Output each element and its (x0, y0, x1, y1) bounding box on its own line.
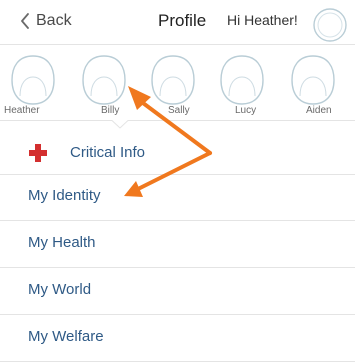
critical-info-label: Critical Info (70, 144, 146, 161)
person-outline-icon (82, 55, 126, 105)
user-avatar[interactable] (312, 7, 348, 48)
member-name: Lucy (235, 105, 257, 116)
menu-item-my-world[interactable]: My World (0, 268, 355, 313)
member-billy[interactable]: Billy (73, 53, 141, 116)
user-avatar-icon (313, 8, 347, 42)
red-cross-icon (29, 144, 47, 162)
user-greeting: Hi Heather! (227, 12, 298, 28)
menu-item-my-identity[interactable]: My Identity (0, 175, 355, 219)
person-outline-icon (151, 55, 195, 105)
page-title: Profile (158, 11, 207, 30)
member-name: Heather (4, 105, 40, 116)
navigation-bar: Back Profile Hi Heather! (0, 0, 355, 44)
person-outline-icon (220, 55, 264, 105)
member-name: Billy (101, 105, 120, 116)
menu-item-my-health[interactable]: My Health (0, 221, 355, 266)
menu-item-label: My World (28, 281, 92, 298)
member-sally[interactable]: Sally (142, 53, 210, 116)
member-lucy[interactable]: Lucy (211, 53, 279, 116)
member-aiden[interactable]: Aiden (282, 53, 350, 116)
back-button[interactable]: Back (20, 10, 72, 32)
person-outline-icon (11, 55, 55, 105)
person-outline-icon (291, 55, 335, 105)
menu-item-label: My Welfare (28, 328, 104, 345)
member-heather[interactable]: Heather (2, 53, 70, 116)
critical-info-row[interactable]: Critical Info (0, 133, 355, 173)
menu-item-label: My Health (28, 234, 96, 251)
member-name: Aiden (306, 105, 332, 116)
menu-item-my-welfare[interactable]: My Welfare (0, 315, 355, 361)
chevron-left-icon (21, 13, 29, 29)
member-name: Sally (168, 105, 190, 116)
selection-notch-divider (0, 120, 355, 129)
menu-item-label: My Identity (28, 187, 101, 204)
back-label: Back (36, 12, 72, 29)
profile-screen: Back Profile Hi Heather! Heather Billy S… (0, 0, 355, 362)
family-members-row: Heather Billy Sally Lucy Aiden (0, 45, 355, 120)
